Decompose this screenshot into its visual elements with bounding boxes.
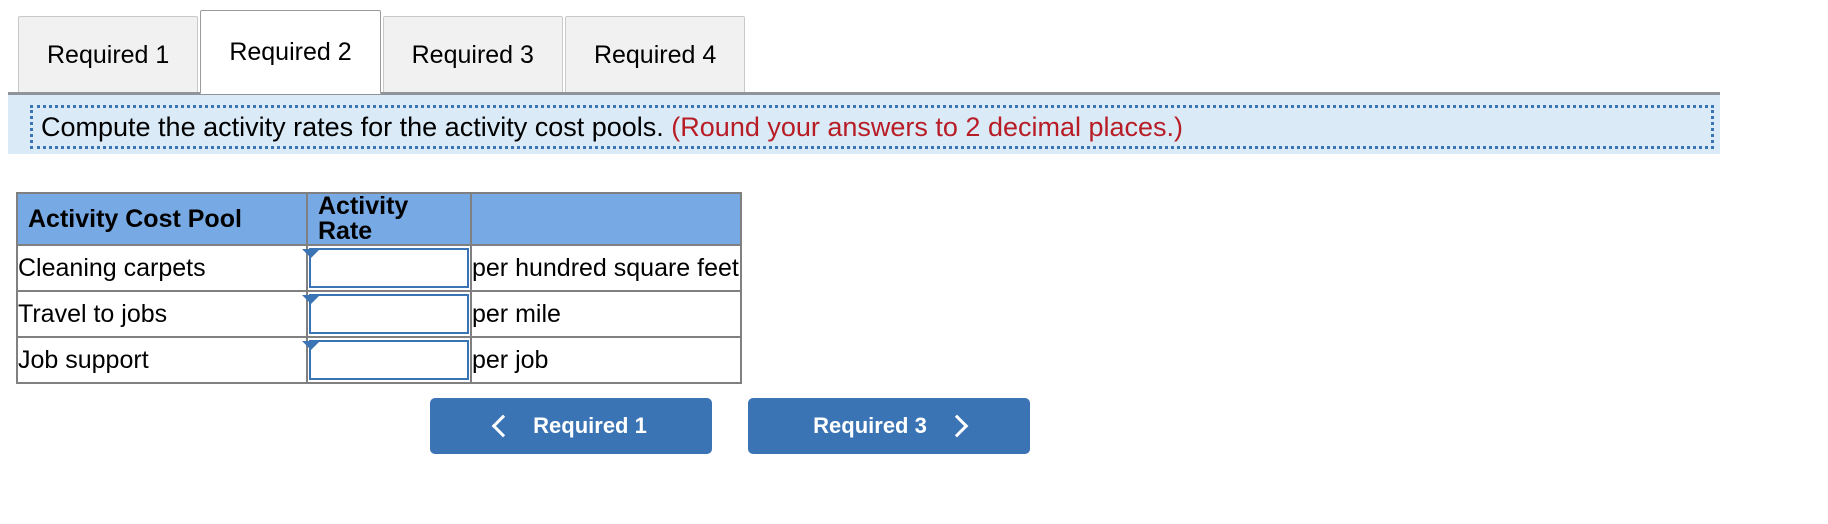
table-row: Job support per job [16, 336, 742, 384]
tab-label: Required 3 [411, 40, 534, 69]
cell-activity-rate [302, 244, 472, 292]
cell-unit: per hundred square feet [470, 244, 742, 292]
previous-required-label: Required 1 [533, 413, 647, 438]
tab-label: Required 4 [593, 40, 717, 69]
cell-unit: per mile [470, 290, 742, 338]
header-activity-rate: Activity Rate [306, 192, 472, 246]
instruction-box: Compute the activity rates for the activ… [30, 105, 1714, 149]
cell-activity-cost-pool: Travel to jobs [16, 290, 308, 338]
tab-strip: Required 1 Required 2 Required 3 Require… [0, 0, 1828, 94]
header-activity-cost-pool: Activity Cost Pool [16, 192, 308, 246]
tab-label: Required 1 [47, 40, 170, 69]
next-required-button[interactable]: Required 3 [748, 398, 1030, 454]
instruction-main: Compute the activity rates for the activ… [41, 111, 664, 142]
cell-activity-cost-pool: Cleaning carpets [16, 244, 308, 292]
activity-rate-input-travel-to-jobs[interactable] [309, 294, 469, 334]
instruction-text: Compute the activity rates for the activ… [41, 111, 1184, 142]
cell-activity-cost-pool: Job support [16, 336, 308, 384]
tab-label: Required 2 [229, 37, 352, 66]
navigation-bar: Required 1 Required 3 [430, 398, 1030, 454]
instruction-note: (Round your answers to 2 decimal places.… [671, 111, 1184, 142]
cell-activity-rate [302, 336, 472, 384]
cell-activity-rate [302, 290, 472, 338]
chevron-right-icon [945, 414, 969, 438]
activity-rate-input-job-support[interactable] [309, 340, 469, 380]
previous-required-button[interactable]: Required 1 [430, 398, 712, 454]
table-header-row: Activity Cost Pool Activity Rate [16, 192, 742, 246]
instruction-banner: Compute the activity rates for the activ… [8, 92, 1720, 154]
tab-required-1[interactable]: Required 1 [18, 16, 199, 94]
tab-required-2[interactable]: Required 2 [200, 10, 381, 94]
next-required-label: Required 3 [813, 413, 927, 438]
header-unit [470, 192, 742, 246]
chevron-left-icon [491, 414, 515, 438]
tab-required-3[interactable]: Required 3 [382, 16, 563, 94]
table-row: Cleaning carpets per hundred square feet [16, 244, 742, 292]
tab-required-4[interactable]: Required 4 [564, 16, 746, 94]
cell-unit: per job [470, 336, 742, 384]
activity-rate-table: Activity Cost Pool Activity Rate Cleanin… [16, 192, 742, 384]
table-row: Travel to jobs per mile [16, 290, 742, 338]
activity-rate-input-cleaning-carpets[interactable] [309, 248, 469, 288]
